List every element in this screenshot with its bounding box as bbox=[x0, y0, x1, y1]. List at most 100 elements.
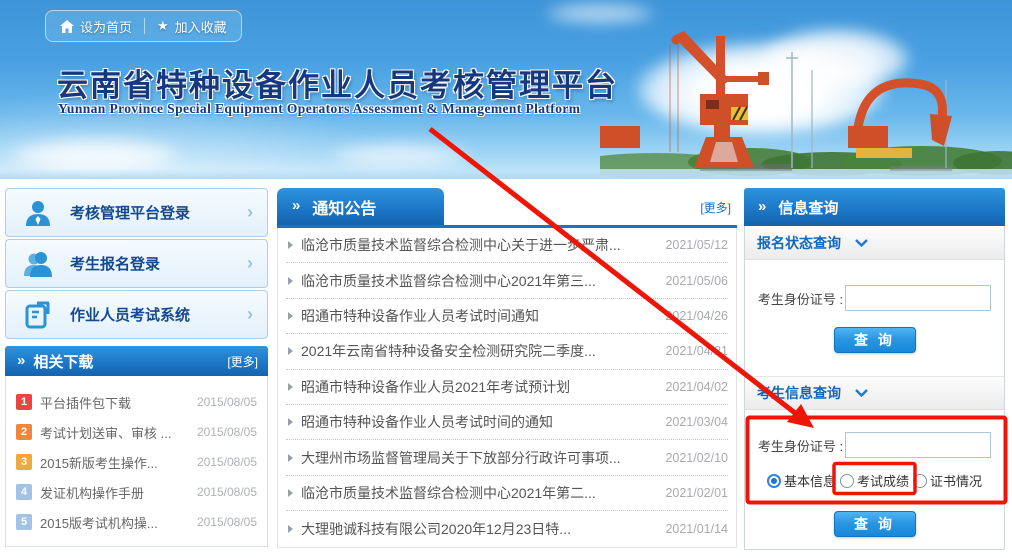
add-favorite-label: 加入收藏 bbox=[175, 17, 227, 36]
downloads-list: 1 平台插件包下载 2015/08/05 2 考试计划送审、审核 ... 201… bbox=[5, 376, 268, 547]
bullet-arrow-icon bbox=[288, 383, 293, 391]
notices-tab[interactable]: » 通知公告 bbox=[277, 188, 444, 225]
download-title: 考试计划送审、审核 ... bbox=[40, 423, 189, 442]
id-number-label: 考生身份证号 : bbox=[758, 289, 843, 308]
candidate-signup-login-button[interactable]: 考生报名登录 › bbox=[5, 239, 268, 288]
notice-item[interactable]: 临沧市质量技术监督综合检测中心2021年第三... 2021/05/06 bbox=[286, 263, 728, 298]
notice-title: 昭通市特种设备作业人员考试时间通知 bbox=[301, 306, 657, 326]
download-date: 2015/08/05 bbox=[197, 395, 257, 409]
download-item[interactable]: 2 考试计划送审、审核 ... 2015/08/05 bbox=[16, 417, 257, 447]
notice-title: 昭通市特种设备作业人员2021年考试预计划 bbox=[301, 377, 657, 397]
bullet-arrow-icon bbox=[288, 312, 293, 320]
notice-item[interactable]: 昭通市特种设备作业人员考试时间通知 2021/04/26 bbox=[286, 299, 728, 334]
download-title: 平台插件包下载 bbox=[40, 393, 189, 412]
candidate-info-query-section-header[interactable]: 考生信息查询 bbox=[745, 376, 1004, 410]
candidate-info-query-button[interactable]: 查 询 bbox=[834, 511, 916, 537]
notice-date: 2021/05/06 bbox=[665, 274, 728, 288]
banner: 设为首页 ★ 加入收藏 云南省特种设备作业人员考核管理平台 Yunnan Pro… bbox=[0, 0, 1012, 179]
download-title: 2015新版考生操作... bbox=[40, 453, 189, 472]
signup-status-id-input[interactable] bbox=[845, 285, 991, 311]
info-query-panel: » 信息查询 报名状态查询 考生身份证号 : 查 询 考生信息查询 bbox=[744, 188, 1005, 550]
notice-title: 临沧市质量技术监督综合检测中心2021年第三... bbox=[301, 271, 657, 291]
bullet-arrow-icon bbox=[288, 418, 293, 426]
signup-status-query-title: 报名状态查询 bbox=[757, 233, 841, 253]
download-item[interactable]: 4 发证机构操作手册 2015/08/05 bbox=[16, 477, 257, 507]
chevron-right-icon: › bbox=[247, 202, 267, 223]
signup-status-query-section-header[interactable]: 报名状态查询 bbox=[745, 226, 1004, 260]
notice-date: 2021/02/01 bbox=[665, 486, 728, 500]
person-icon bbox=[6, 198, 70, 228]
download-item[interactable]: 3 2015新版考生操作... 2015/08/05 bbox=[16, 447, 257, 477]
bullet-arrow-icon bbox=[288, 454, 293, 462]
signup-status-query-form: 考生身份证号 : 查 询 bbox=[745, 260, 1004, 376]
signup-status-query-button[interactable]: 查 询 bbox=[834, 327, 916, 353]
radio-exam-score-label: 考试成绩 bbox=[857, 471, 909, 490]
radio-certificate-status[interactable]: 证书情况 bbox=[913, 471, 982, 490]
double-chevron-icon: » bbox=[292, 198, 300, 213]
candidate-info-id-input[interactable] bbox=[845, 432, 991, 458]
downloads-more-link[interactable]: [更多] bbox=[227, 353, 258, 370]
download-date: 2015/08/05 bbox=[197, 425, 257, 439]
notice-item[interactable]: 昭通市特种设备作业人员2021年考试预计划 2021/04/02 bbox=[286, 370, 728, 405]
id-number-label: 考生身份证号 : bbox=[758, 436, 843, 455]
rank-badge: 1 bbox=[16, 394, 32, 410]
chevron-down-icon bbox=[855, 389, 868, 397]
notice-item[interactable]: 昭通市特种设备作业人员考试时间的通知 2021/03/04 bbox=[286, 405, 728, 440]
set-homepage-link[interactable]: 设为首页 bbox=[60, 17, 132, 36]
chevron-down-icon bbox=[855, 239, 868, 247]
radio-basic-info[interactable]: 基本信息 bbox=[767, 471, 836, 490]
chevron-right-icon: › bbox=[247, 304, 267, 325]
download-date: 2015/08/05 bbox=[197, 485, 257, 499]
info-query-title: 信息查询 bbox=[778, 197, 838, 218]
notice-date: 2021/02/10 bbox=[665, 451, 728, 465]
notice-date: 2021/04/21 bbox=[665, 344, 728, 358]
notice-title: 2021年云南省特种设备安全检测研究院二季度... bbox=[301, 341, 657, 361]
operator-exam-system-button[interactable]: 作业人员考试系统 › bbox=[5, 290, 268, 339]
notice-item[interactable]: 大理州市场监督管理局关于下放部分行政许可事项... 2021/02/10 bbox=[286, 440, 728, 475]
assessment-platform-login-label: 考核管理平台登录 bbox=[70, 202, 247, 223]
download-item[interactable]: 1 平台插件包下载 2015/08/05 bbox=[16, 387, 257, 417]
bullet-arrow-icon bbox=[288, 347, 293, 355]
bullet-arrow-icon bbox=[288, 489, 293, 497]
radio-unselected-icon bbox=[913, 474, 927, 488]
notice-item[interactable]: 大理驰诚科技有限公司2020年12月23日特... 2021/01/14 bbox=[286, 511, 728, 546]
site-subtitle: Yunnan Province Special Equipment Operat… bbox=[58, 101, 580, 117]
query-type-radio-group: 基本信息 考试成绩 证书情况 bbox=[745, 471, 1004, 490]
star-icon: ★ bbox=[157, 18, 169, 34]
operator-exam-system-label: 作业人员考试系统 bbox=[70, 304, 247, 325]
notice-title: 昭通市特种设备作业人员考试时间的通知 bbox=[301, 412, 657, 432]
radio-exam-score[interactable]: 考试成绩 bbox=[840, 471, 909, 490]
radio-unselected-icon bbox=[840, 474, 854, 488]
bullet-arrow-icon bbox=[288, 525, 293, 533]
notice-title: 大理驰诚科技有限公司2020年12月23日特... bbox=[301, 519, 657, 539]
notice-item[interactable]: 2021年云南省特种设备安全检测研究院二季度... 2021/04/21 bbox=[286, 334, 728, 369]
notice-date: 2021/03/04 bbox=[665, 415, 728, 429]
download-title: 2015版考试机构操... bbox=[40, 513, 189, 532]
download-item[interactable]: 5 2015版考试机构操... 2015/08/05 bbox=[16, 507, 257, 537]
notices-title: 通知公告 bbox=[312, 195, 376, 219]
rank-badge: 2 bbox=[16, 424, 32, 440]
home-icon bbox=[60, 20, 74, 33]
chevron-right-icon: › bbox=[247, 253, 267, 274]
downloads-title: 相关下载 bbox=[33, 351, 227, 372]
notice-title: 大理州市场监督管理局关于下放部分行政许可事项... bbox=[301, 448, 657, 468]
people-icon bbox=[6, 249, 70, 279]
notices-panel: » 通知公告 [更多] 临沧市质量技术监督综合检测中心关于进一步严肃... 20… bbox=[277, 188, 737, 548]
cloud-graphic bbox=[330, 142, 470, 168]
left-sidebar: 考核管理平台登录 › 考生报名登录 › 作业人员考试系统 › » 相关下载 [更… bbox=[5, 188, 268, 547]
topbar-divider bbox=[144, 18, 145, 34]
notices-more-link[interactable]: [更多] bbox=[700, 199, 731, 216]
add-favorite-link[interactable]: ★ 加入收藏 bbox=[157, 17, 227, 36]
notice-item[interactable]: 临沧市质量技术监督综合检测中心关于进一步严肃... 2021/05/12 bbox=[286, 228, 728, 263]
info-query-header: » 信息查询 bbox=[744, 188, 1005, 226]
bullet-arrow-icon bbox=[288, 277, 293, 285]
notice-date: 2021/01/14 bbox=[665, 522, 728, 536]
notice-item[interactable]: 临沧市质量技术监督综合检测中心2021年第二... 2021/02/01 bbox=[286, 476, 728, 511]
download-date: 2015/08/05 bbox=[197, 515, 257, 529]
rank-badge: 5 bbox=[16, 514, 32, 530]
candidate-info-query-title: 考生信息查询 bbox=[757, 383, 841, 403]
assessment-platform-login-button[interactable]: 考核管理平台登录 › bbox=[5, 188, 268, 237]
cloud-graphic bbox=[10, 138, 180, 172]
bullet-arrow-icon bbox=[288, 241, 293, 249]
candidate-signup-login-label: 考生报名登录 bbox=[70, 253, 247, 274]
